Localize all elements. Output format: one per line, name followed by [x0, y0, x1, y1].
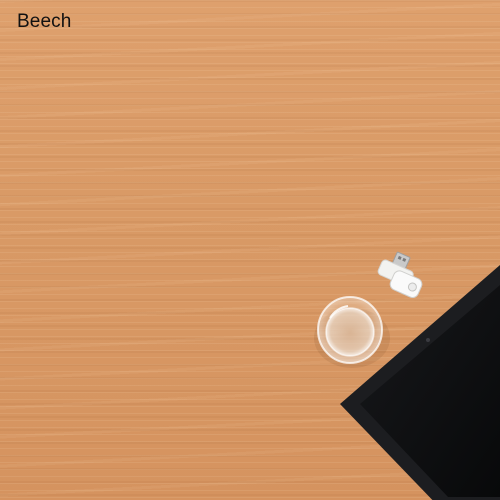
objects-layer — [314, 251, 500, 500]
glass-of-water — [314, 296, 390, 368]
tablet — [340, 265, 500, 500]
tablet-screen — [360, 285, 500, 497]
tablet-camera — [426, 338, 430, 342]
wood-surface: Beech — [0, 0, 500, 500]
usb-flash-drive — [377, 251, 423, 299]
